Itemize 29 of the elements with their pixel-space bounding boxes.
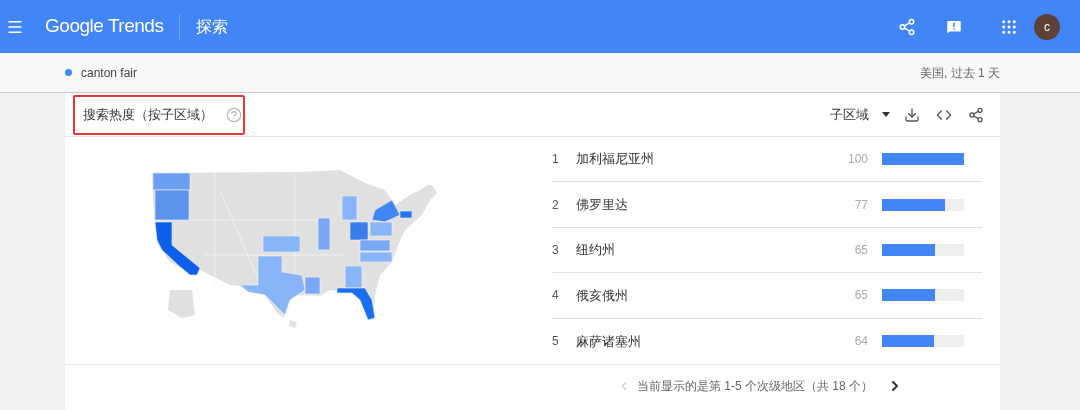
download-icon[interactable] xyxy=(904,106,920,123)
region-name[interactable]: 纽约州 xyxy=(576,240,615,260)
region-dropdown[interactable]: 子区域 xyxy=(830,104,890,125)
search-term[interactable]: canton fair xyxy=(81,63,138,82)
card-title: 搜索热度（按子区域） xyxy=(83,105,213,124)
rank-number: 1 xyxy=(552,151,560,169)
caret-icon xyxy=(882,112,890,117)
app-logo[interactable]: Google Trends xyxy=(45,12,164,41)
region-name[interactable]: 麻萨诸塞州 xyxy=(576,331,641,352)
help-icon[interactable] xyxy=(226,106,242,123)
rank-number: 4 xyxy=(552,287,560,305)
pagination-text: 当前显示的是第 1-5 个次级地区（共 18 个） xyxy=(636,378,873,395)
page-title: 探索 xyxy=(196,16,229,37)
region-name[interactable]: 俄亥俄州 xyxy=(576,285,628,306)
interest-value: 100 xyxy=(847,151,868,169)
interest-value: 77 xyxy=(854,196,868,214)
rank-number: 2 xyxy=(552,196,560,214)
region-name[interactable]: 加利福尼亚州 xyxy=(576,149,654,169)
interest-value: 65 xyxy=(854,242,868,259)
rank-number: 5 xyxy=(552,333,560,351)
apps-icon[interactable] xyxy=(1000,17,1018,36)
share-icon[interactable] xyxy=(898,17,916,36)
region-name[interactable]: 佛罗里达 xyxy=(576,194,628,215)
rank-number: 3 xyxy=(552,242,560,259)
filter-summary: 美国, 过去 1 天 xyxy=(920,64,1000,82)
interest-value: 64 xyxy=(854,333,868,351)
avatar[interactable]: c xyxy=(1034,13,1060,40)
interest-value: 65 xyxy=(854,287,868,305)
share-icon[interactable] xyxy=(968,106,984,123)
